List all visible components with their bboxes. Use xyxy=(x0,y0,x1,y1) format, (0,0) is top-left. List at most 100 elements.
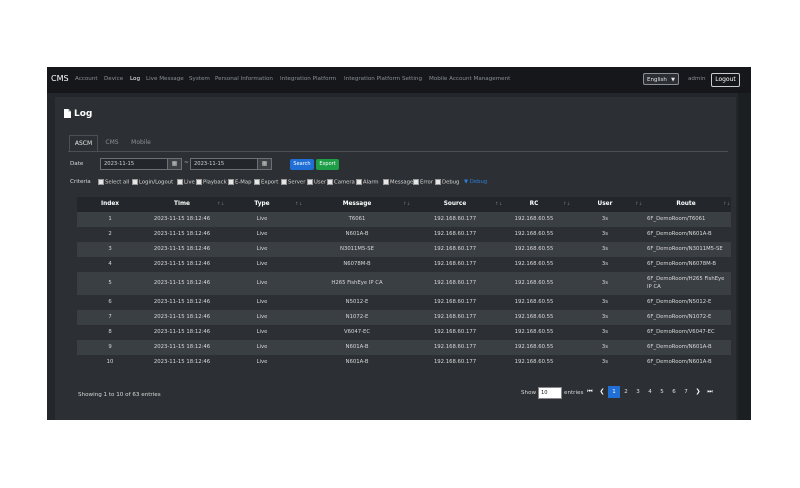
cell-user: 3s xyxy=(601,215,609,222)
cell-message: N5012-E xyxy=(345,298,369,305)
page-size-select[interactable]: 10 xyxy=(538,387,562,399)
criteria-debug-link[interactable]: ▼ Debug xyxy=(464,179,487,185)
nav-item-log[interactable]: Log xyxy=(130,76,140,82)
page-button-2[interactable]: 2 xyxy=(620,386,632,398)
criteria-error[interactable]: Error xyxy=(413,178,433,186)
table-row[interactable]: 6 2023-11-15 18:12:46 Live N5012-E 192.168.6… xyxy=(77,295,731,310)
cell-rc: 192.168.60.55 xyxy=(514,230,554,237)
next-page-icon[interactable]: ❯ xyxy=(692,386,704,398)
nav-item-integration-platform-setting[interactable]: Integration Platform Setting xyxy=(344,76,422,82)
checkbox-checked-icon[interactable] xyxy=(196,178,202,185)
cell-type: Live xyxy=(256,279,268,286)
tab-mobile[interactable]: Mobile xyxy=(126,135,156,151)
table-row[interactable]: 9 2023-11-15 18:12:46 Live N601A-B 192.168.6… xyxy=(77,340,731,355)
criteria-e-map[interactable]: E-Map xyxy=(228,178,251,186)
checkbox-checked-icon[interactable] xyxy=(281,178,287,185)
date-to-input[interactable]: 2023-11-15 ▦ xyxy=(190,158,272,170)
page-button-4[interactable]: 4 xyxy=(644,386,656,398)
logout-button[interactable]: Logout xyxy=(711,73,740,87)
criteria-message[interactable]: Message xyxy=(383,178,413,186)
table-row[interactable]: 10 2023-11-15 18:12:46 Live N601A-B 192.168.… xyxy=(77,355,731,370)
brand-logo[interactable]: CMS xyxy=(51,74,69,83)
cell-index: 3 xyxy=(108,245,112,252)
calendar-icon[interactable]: ▦ xyxy=(167,159,181,169)
page-button-5[interactable]: 5 xyxy=(656,386,668,398)
tab-cms[interactable]: CMS xyxy=(101,135,123,151)
column-header-source[interactable]: Source xyxy=(411,197,499,212)
criteria-user[interactable]: User xyxy=(307,178,326,186)
column-header-route[interactable]: Route xyxy=(641,197,731,212)
table-row[interactable]: 2 2023-11-15 18:12:46 Live N601A-B 192.168.6… xyxy=(77,227,731,242)
date-separator: ~ xyxy=(184,160,189,166)
page-button-6[interactable]: 6 xyxy=(668,386,680,398)
column-header-message[interactable]: Message xyxy=(303,197,411,212)
table-row[interactable]: 5 2023-11-15 18:12:46 Live H265 FishEye IP … xyxy=(77,272,731,295)
sort-icon[interactable]: ↑↓ xyxy=(403,197,411,212)
column-header-type[interactable]: Type xyxy=(221,197,303,212)
sort-icon[interactable]: ↑↓ xyxy=(723,197,731,212)
criteria-export[interactable]: Export xyxy=(254,178,278,186)
cell-source: 192.168.60.177 xyxy=(433,313,477,320)
checkbox-checked-icon[interactable] xyxy=(327,178,333,185)
table-row[interactable]: 4 2023-11-15 18:12:46 Live N6078M-B 192.168.… xyxy=(77,257,731,272)
tab-ascm[interactable]: ASCM xyxy=(69,135,98,151)
column-header-user[interactable]: User xyxy=(569,197,641,212)
checkbox-checked-icon[interactable] xyxy=(383,178,389,185)
checkbox-checked-icon[interactable] xyxy=(254,178,260,185)
cell-source: 192.168.60.177 xyxy=(433,245,477,252)
search-button[interactable]: Search xyxy=(290,159,314,170)
nav-item-system[interactable]: System xyxy=(189,76,210,82)
column-header-rc[interactable]: RC xyxy=(499,197,569,212)
cell-index: 1 xyxy=(108,215,112,222)
checkbox-checked-icon[interactable] xyxy=(228,178,234,185)
first-page-icon[interactable]: ⏮ xyxy=(584,386,596,398)
cell-type: Live xyxy=(256,313,268,320)
sort-icon[interactable]: ↑↓ xyxy=(295,197,303,212)
page-scrollbar[interactable] xyxy=(738,93,751,420)
checkbox-checked-icon[interactable] xyxy=(413,178,419,185)
cell-index: 10 xyxy=(106,358,114,365)
page-button-1[interactable]: 1 xyxy=(608,386,620,398)
checkbox-checked-icon[interactable] xyxy=(435,178,441,185)
table-row[interactable]: 3 2023-11-15 18:12:46 Live N3011M5-SE 192.16… xyxy=(77,242,731,257)
date-from-input[interactable]: 2023-11-15 ▦ xyxy=(100,158,182,170)
last-page-icon[interactable]: ⏭ xyxy=(704,386,716,398)
table-row[interactable]: 1 2023-11-15 18:12:46 Live T6061 192.168.60.… xyxy=(77,212,731,227)
nav-item-device[interactable]: Device xyxy=(104,76,123,82)
checkbox-checked-icon[interactable] xyxy=(356,178,362,185)
column-header-time[interactable]: Time xyxy=(143,197,221,212)
criteria-playback[interactable]: Playback xyxy=(196,178,227,186)
page-title: Log xyxy=(74,109,93,119)
cell-message: N6078M-B xyxy=(343,260,371,267)
nav-item-mobile-account-management[interactable]: Mobile Account Management xyxy=(429,76,510,82)
checkbox-checked-icon[interactable] xyxy=(132,178,138,185)
criteria-server[interactable]: Server xyxy=(281,178,305,186)
nav-item-integration-platform[interactable]: Integration Platform xyxy=(280,76,336,82)
criteria-select-all[interactable]: Select all xyxy=(98,178,129,186)
checkbox-checked-icon[interactable] xyxy=(177,178,183,185)
language-select[interactable]: English ▼ xyxy=(643,73,679,85)
export-button[interactable]: Export xyxy=(316,159,339,170)
criteria-alarm[interactable]: Alarm xyxy=(356,178,379,186)
criteria-debug[interactable]: Debug xyxy=(435,178,459,186)
checkbox-checked-icon[interactable] xyxy=(307,178,313,185)
page-button-7[interactable]: 7 xyxy=(680,386,692,398)
table-row[interactable]: 7 2023-11-15 18:12:46 Live N1072-E 192.168.6… xyxy=(77,310,731,325)
criteria-camera[interactable]: Camera xyxy=(327,178,355,186)
nav-item-personal-information[interactable]: Personal Information xyxy=(215,76,273,82)
page-button-3[interactable]: 3 xyxy=(632,386,644,398)
checkbox-checked-icon[interactable] xyxy=(98,178,104,185)
table-info: Showing 1 to 10 of 63 entries xyxy=(78,392,161,398)
calendar-icon[interactable]: ▦ xyxy=(257,159,271,169)
criteria-live[interactable]: Live xyxy=(177,178,195,186)
cell-route: 6F_DemoRoom/N6078M-B xyxy=(647,260,717,267)
nav-item-account[interactable]: Account xyxy=(75,76,98,82)
log-card: Log ASCM CMS Mobile Date 2023-11-15 ▦ ~ … xyxy=(55,97,736,420)
cell-rc: 192.168.60.55 xyxy=(514,245,554,252)
prev-page-icon[interactable]: ❮ xyxy=(596,386,608,398)
cell-rc: 192.168.60.55 xyxy=(514,215,554,222)
criteria-login-logout[interactable]: Login/Logout xyxy=(132,178,173,186)
nav-item-live-message[interactable]: Live Message xyxy=(146,76,184,82)
table-row[interactable]: 8 2023-11-15 18:12:46 Live V6047-EC 192.168.… xyxy=(77,325,731,340)
column-header-index[interactable]: Index xyxy=(77,197,143,212)
